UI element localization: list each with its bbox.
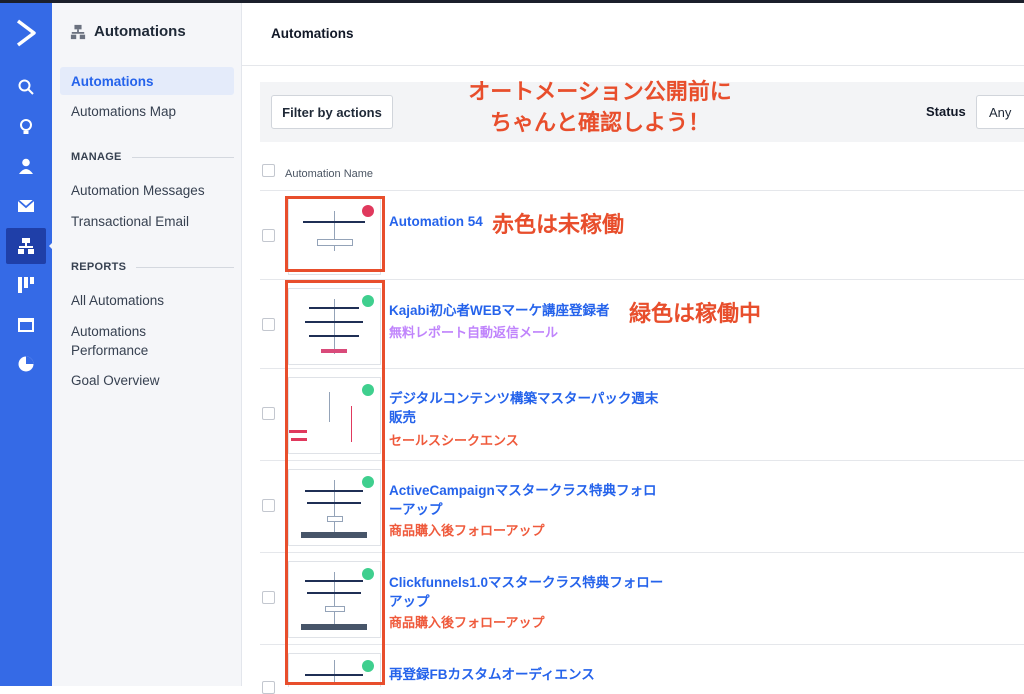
annotation-top: オートメーション公開前に ちゃんと確認しよう！ [435, 77, 765, 139]
row-checkbox[interactable] [262, 318, 275, 331]
automation-label: 無料レポート自動返信メール [389, 325, 559, 340]
status-label: Status [926, 104, 966, 119]
reports-icon[interactable] [6, 346, 46, 382]
manage-heading: MANAGE [71, 151, 122, 163]
email-icon[interactable] [6, 188, 46, 224]
section-reports: REPORTS [71, 261, 234, 273]
sidebar-item-automations-performance[interactable]: Automations Performance [60, 321, 210, 361]
row-checkbox[interactable] [262, 229, 275, 242]
page-header: Automations [242, 3, 1024, 66]
reports-heading: REPORTS [71, 261, 127, 273]
annotation-frame-active [285, 280, 385, 685]
sidebar-item-all-automations[interactable]: All Automations [60, 286, 234, 314]
automation-name-link[interactable]: Kajabi初心者WEBマーケ講座登録者 [389, 301, 664, 320]
select-all-checkbox[interactable] [262, 164, 275, 177]
automation-name-link[interactable]: Clickfunnels1.0マスタークラス特典フォローアップ [389, 573, 664, 611]
app-icon-rail [0, 3, 55, 686]
automations-header-icon [70, 24, 86, 39]
sidebar-item-automations[interactable]: Automations [60, 67, 234, 95]
annotation-red-note: 赤色は未稼働 [492, 213, 625, 238]
sidebar-item-goal-overview[interactable]: Goal Overview [60, 366, 234, 394]
automation-label: 商品購入後フォローアップ [389, 523, 545, 538]
search-icon[interactable] [6, 69, 46, 105]
automation-label: 商品購入後フォローアップ [389, 615, 545, 630]
activecampaign-logo[interactable] [10, 15, 42, 51]
divider [136, 266, 234, 268]
automation-name-link[interactable]: デジタルコンテンツ構築マスターパック週末販売 [389, 389, 664, 427]
website-icon[interactable] [6, 307, 46, 343]
sidebar-item-automations-map[interactable]: Automations Map [60, 97, 234, 125]
contacts-icon[interactable] [6, 148, 46, 184]
automation-name-link[interactable]: 再登録FBカスタムオーディエンス [389, 665, 664, 684]
status-select[interactable]: Any [976, 95, 1024, 129]
automation-name-link[interactable]: ActiveCampaignマスタークラス特典フォローアップ [389, 481, 664, 519]
annotation-top-line2: ちゃんと確認しよう！ [489, 111, 710, 136]
filter-by-actions-button[interactable]: Filter by actions [271, 95, 393, 129]
sidebar-header: Automations [70, 23, 186, 40]
sidebar-item-transactional-email[interactable]: Transactional Email [60, 207, 234, 235]
table-header: Automation Name [260, 158, 1024, 191]
automations-icon[interactable] [6, 228, 55, 264]
pipeline-icon[interactable] [6, 267, 46, 303]
annotation-top-line1: オートメーション公開前に [468, 80, 732, 105]
row-checkbox[interactable] [262, 407, 275, 420]
automations-sidebar: Automations Automations Automations Map … [52, 3, 242, 686]
row-checkbox[interactable] [262, 499, 275, 512]
row-checkbox[interactable] [262, 681, 275, 694]
annotation-green-note: 緑色は稼働中 [629, 302, 762, 327]
column-automation-name[interactable]: Automation Name [285, 168, 373, 180]
main-content: Automations Filter by actions Status Any… [242, 3, 1024, 694]
automation-label: セールスシークエンス [389, 433, 519, 448]
divider [131, 156, 234, 158]
annotation-frame-inactive [285, 196, 385, 272]
section-manage: MANAGE [71, 151, 234, 163]
page-title: Automations [271, 26, 354, 41]
sidebar-item-automation-messages[interactable]: Automation Messages [60, 176, 234, 204]
lightbulb-icon[interactable] [6, 109, 46, 145]
row-checkbox[interactable] [262, 591, 275, 604]
sidebar-title: Automations [94, 23, 186, 40]
